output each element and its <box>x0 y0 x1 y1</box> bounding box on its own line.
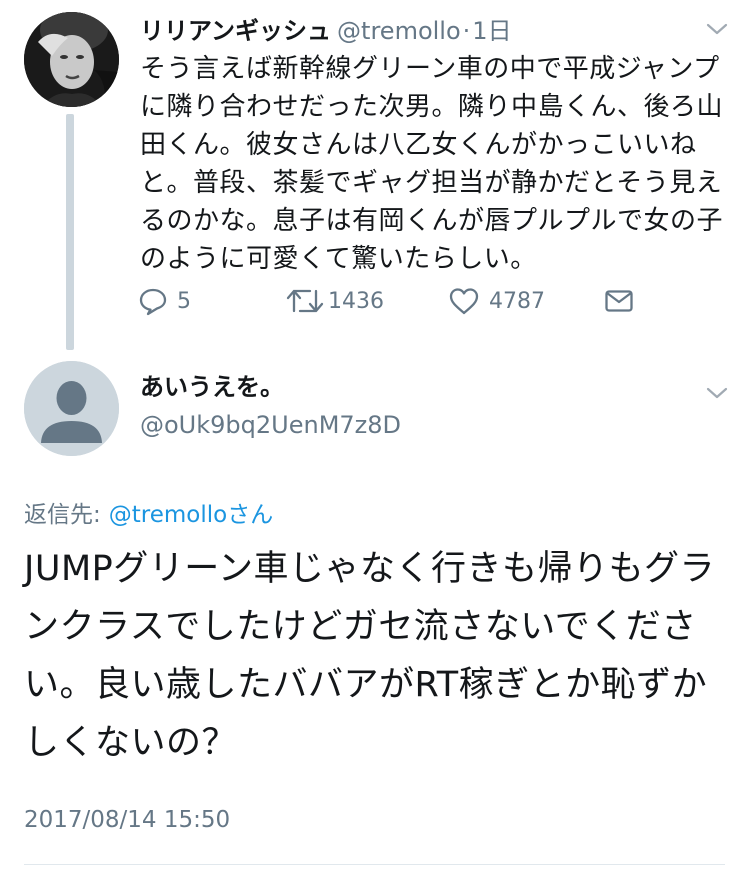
reply-button[interactable]: 5 <box>138 283 191 319</box>
retweet-count: 1436 <box>328 288 384 314</box>
profile-photo <box>24 12 119 107</box>
tweet-time[interactable]: 1日 <box>472 17 511 45</box>
reply-icon <box>139 288 167 316</box>
avatar[interactable] <box>24 12 119 107</box>
retweet-button[interactable]: 1436 <box>286 283 384 319</box>
reply-to-link[interactable]: @tremolloさん <box>109 502 273 528</box>
reply-count: 5 <box>177 288 191 314</box>
user-handle[interactable]: @tremollo <box>337 17 461 45</box>
divider <box>24 864 725 865</box>
retweet-icon <box>286 289 324 313</box>
tweet-timestamp[interactable]: 2017/08/14 15:50 <box>24 803 230 837</box>
like-button[interactable]: 4787 <box>448 283 545 319</box>
default-avatar-icon <box>24 361 119 456</box>
tweet-header: リリアンギッシュ @tremollo·1日 <box>140 12 512 50</box>
direct-message-icon <box>605 290 633 312</box>
direct-message-button[interactable] <box>604 283 634 319</box>
user-handle[interactable]: @oUk9bq2UenM7z8D <box>140 408 401 442</box>
chevron-down-icon[interactable] <box>706 386 728 400</box>
avatar[interactable] <box>24 361 119 456</box>
display-name[interactable]: あいうえを。 <box>140 370 284 404</box>
thread-connector-line <box>66 114 74 350</box>
tweet-text: JUMPグリーン車じゃなく行きも帰りもグランクラスでしたけどガセ流さないでくださ… <box>24 549 715 763</box>
separator-dot: · <box>462 17 471 45</box>
reply-context: 返信先: @tremolloさん <box>24 498 273 532</box>
like-count: 4787 <box>489 288 545 314</box>
reply-to-prefix: 返信先: <box>24 502 101 528</box>
like-icon <box>449 288 479 315</box>
tweet-text: そう言えば新幹線グリーン車の中で平成ジャンプに隣り合わせだった次男。隣り中島くん… <box>140 54 724 274</box>
chevron-down-icon[interactable] <box>706 22 728 36</box>
display-name[interactable]: リリアンギッシュ <box>140 17 331 45</box>
